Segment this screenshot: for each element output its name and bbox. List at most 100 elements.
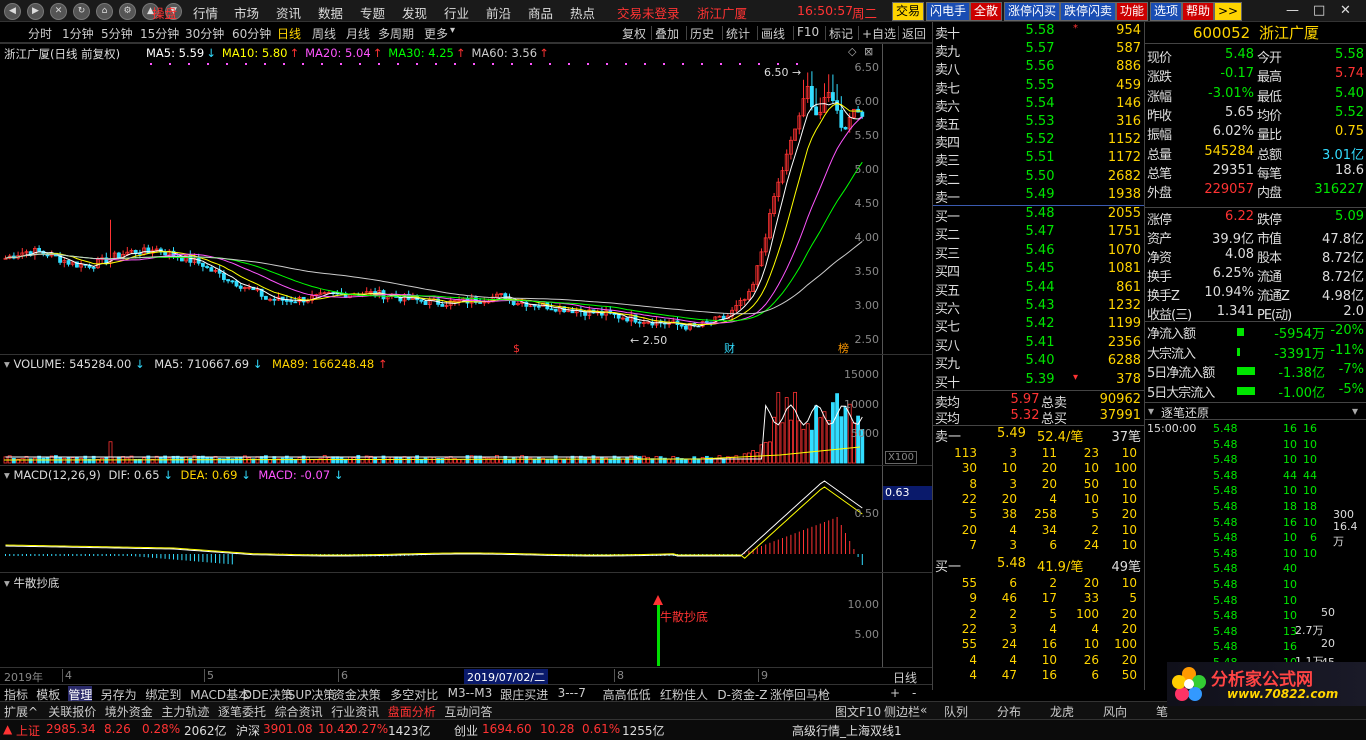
period-tab-2[interactable]: 5分钟 bbox=[101, 25, 133, 42]
volume-pane[interactable]: ▾ VOLUME: 545284.00 ↓ MA5: 710667.69 ↓ M… bbox=[0, 354, 932, 465]
menu-6[interactable]: 发现 bbox=[402, 3, 427, 22]
toolbar-button-6[interactable]: 选项 bbox=[1150, 2, 1183, 21]
chart-tool-7[interactable]: +自选 bbox=[862, 25, 896, 42]
toolbar-button-7[interactable]: 帮助 bbox=[1182, 2, 1215, 21]
period-tab-8[interactable]: 月线 bbox=[346, 25, 370, 42]
nav-circle-button-3[interactable]: ↻ bbox=[73, 3, 90, 20]
status-bar: ▲ 上证 2985.34 8.26 0.28% 2062亿 沪深 3901.08 10.42 0… bbox=[0, 719, 1366, 740]
candle-body bbox=[117, 252, 121, 259]
toolbar-button-4[interactable]: 跌停闪卖 bbox=[1060, 2, 1117, 21]
panel-tab-6[interactable]: 行业资讯 bbox=[331, 703, 379, 720]
index-item-5[interactable]: 沪深 bbox=[236, 722, 260, 739]
ticks-collapse-icon[interactable]: ▾ bbox=[1148, 404, 1154, 418]
index-item-0[interactable]: 上证 bbox=[16, 722, 40, 739]
sell-level-7: 卖三 5.51 1172 bbox=[933, 150, 1145, 169]
sidebar-toggle-icon[interactable]: « bbox=[920, 703, 927, 717]
menu-7[interactable]: 行业 bbox=[444, 3, 469, 22]
chart-tool-3[interactable]: 统计 bbox=[726, 25, 750, 42]
toolbar-button-8[interactable]: >> bbox=[1214, 2, 1243, 21]
sell-level-price: 5.53 bbox=[1025, 114, 1055, 129]
buy-level-label: 买一 bbox=[935, 210, 960, 225]
nav-circle-button-0[interactable]: ◀ bbox=[4, 3, 21, 20]
candle-body bbox=[205, 266, 210, 268]
period-tab-9[interactable]: 多周期 bbox=[378, 25, 414, 42]
f10-tab[interactable]: 图文F10 bbox=[835, 703, 881, 720]
chart-tool-5[interactable]: F10 bbox=[797, 25, 819, 39]
macd-pane[interactable]: ▾ MACD(12,26,9) DIF: 0.65 ↓ DEA: 0.69 ↓ … bbox=[0, 465, 933, 573]
period-tab-0[interactable]: 分时 bbox=[28, 25, 52, 42]
sidebar-tab[interactable]: 侧边栏 bbox=[884, 703, 920, 720]
period-tab-5[interactable]: 60分钟 bbox=[232, 25, 271, 42]
menu-10[interactable]: 热点 bbox=[570, 3, 595, 22]
tick-volume: 10 bbox=[1283, 546, 1297, 560]
period-more-icon[interactable]: ▾ bbox=[450, 25, 455, 36]
menu-8[interactable]: 前沿 bbox=[486, 3, 511, 22]
book-tab-3[interactable]: 风向 bbox=[1103, 703, 1127, 720]
chart-tool-4[interactable]: 画线 bbox=[761, 25, 785, 42]
nav-circle-button-1[interactable]: ▶ bbox=[27, 3, 44, 20]
kline-pane[interactable]: 浙江广厦(日线 前复权) MA5: 5.59 ↓ MA10: 5.80 ↑ MA20: … bbox=[0, 43, 932, 355]
index-item-10[interactable]: 创业 bbox=[454, 722, 478, 739]
volume-tick-2: 5000 bbox=[851, 427, 879, 440]
panel-tab-5[interactable]: 综合资讯 bbox=[275, 703, 323, 720]
menu-9[interactable]: 商品 bbox=[528, 3, 553, 22]
period-tab-6[interactable]: 日线 bbox=[277, 25, 301, 42]
panel-tab-2[interactable]: 境外资金 bbox=[105, 703, 153, 720]
maximize-icon[interactable]: □ bbox=[1313, 3, 1325, 18]
panel-tab-7[interactable]: 盘面分析 bbox=[388, 703, 436, 720]
panel-tab-8[interactable]: 互动问答 bbox=[444, 703, 492, 720]
panel-tab-4[interactable]: 逐笔委托 bbox=[218, 703, 266, 720]
buy-queue-cell: 26 bbox=[1083, 652, 1099, 667]
indicator-tab-12[interactable]: 3---7 bbox=[558, 686, 586, 700]
toolbar-button-2[interactable]: 全散 bbox=[970, 2, 1003, 21]
menu-3[interactable]: 资讯 bbox=[276, 3, 301, 22]
date-axis[interactable]: 2019年4567892019/07/02/二 日线 bbox=[0, 667, 932, 685]
toolbar-button-0[interactable]: 交易 bbox=[892, 2, 925, 21]
chart-tool-2[interactable]: 历史 bbox=[690, 25, 714, 42]
chart-tool-8[interactable]: 返回 bbox=[902, 25, 926, 42]
book-tab-0[interactable]: 队列 bbox=[944, 703, 968, 720]
tool-separator bbox=[898, 26, 899, 40]
book-tab-1[interactable]: 分布 bbox=[997, 703, 1021, 720]
panel-tab-1[interactable]: 关联报价 bbox=[48, 703, 96, 720]
buy-queue-cell: 20 bbox=[1121, 652, 1137, 667]
volume-chart[interactable] bbox=[0, 355, 882, 466]
indicator-chart[interactable]: 牛散抄底 bbox=[0, 573, 882, 668]
nav-circle-button-5[interactable]: ⚙ bbox=[119, 3, 136, 20]
period-tab-7[interactable]: 周线 bbox=[312, 25, 336, 42]
kline-chart[interactable]: 6.50 →← 2.50$ 财榜 bbox=[0, 44, 882, 355]
indicator-tab-10[interactable]: M3--M3 bbox=[448, 686, 493, 700]
book-tab-2[interactable]: 龙虎 bbox=[1050, 703, 1074, 720]
menu-4[interactable]: 数据 bbox=[318, 3, 343, 22]
period-tab-3[interactable]: 15分钟 bbox=[140, 25, 179, 42]
menu-2[interactable]: 市场 bbox=[234, 3, 259, 22]
menu-0[interactable]: 操盘 bbox=[152, 3, 177, 22]
toolbar-button-3[interactable]: 涨停闪买 bbox=[1004, 2, 1061, 21]
minimize-icon[interactable]: — bbox=[1286, 3, 1299, 18]
period-tab-10[interactable]: 更多 bbox=[424, 25, 448, 42]
panel-tab-3[interactable]: 主力轨迹 bbox=[161, 703, 209, 720]
panel-tab-0[interactable]: 扩展^ bbox=[4, 703, 38, 720]
toolbar-button-5[interactable]: 功能 bbox=[1116, 2, 1149, 21]
add-tab-icon[interactable]: + bbox=[890, 686, 900, 700]
macd-chart[interactable] bbox=[0, 466, 882, 573]
menu-5[interactable]: 专题 bbox=[360, 3, 385, 22]
period-tab-1[interactable]: 1分钟 bbox=[62, 25, 94, 42]
candle-body bbox=[843, 126, 848, 130]
close-icon[interactable]: ✕ bbox=[1340, 3, 1351, 18]
ticks-scroll-icon[interactable]: ▾ bbox=[1352, 404, 1358, 418]
volume-bar bbox=[427, 456, 432, 464]
nav-circle-button-4[interactable]: ⌂ bbox=[96, 3, 113, 20]
chart-tool-0[interactable]: 复权 bbox=[622, 25, 646, 42]
candle-body bbox=[478, 302, 483, 304]
remove-tab-icon[interactable]: - bbox=[912, 686, 916, 700]
period-tab-4[interactable]: 30分钟 bbox=[185, 25, 224, 42]
chart-tool-6[interactable]: 标记 bbox=[829, 25, 853, 42]
sell-queue-header: 卖一 5.49 52.4/笔 37笔 bbox=[933, 426, 1145, 445]
toolbar-button-1[interactable]: 闪电手 bbox=[926, 2, 971, 21]
menu-1[interactable]: 行情 bbox=[193, 3, 218, 22]
nav-circle-button-2[interactable]: ✕ bbox=[50, 3, 67, 20]
login-status[interactable]: 交易未登录 bbox=[617, 3, 680, 22]
indicator-pane[interactable]: ▾ 牛散抄底 牛散抄底 10.00 5.00 bbox=[0, 572, 932, 667]
chart-tool-1[interactable]: 叠加 bbox=[655, 25, 679, 42]
